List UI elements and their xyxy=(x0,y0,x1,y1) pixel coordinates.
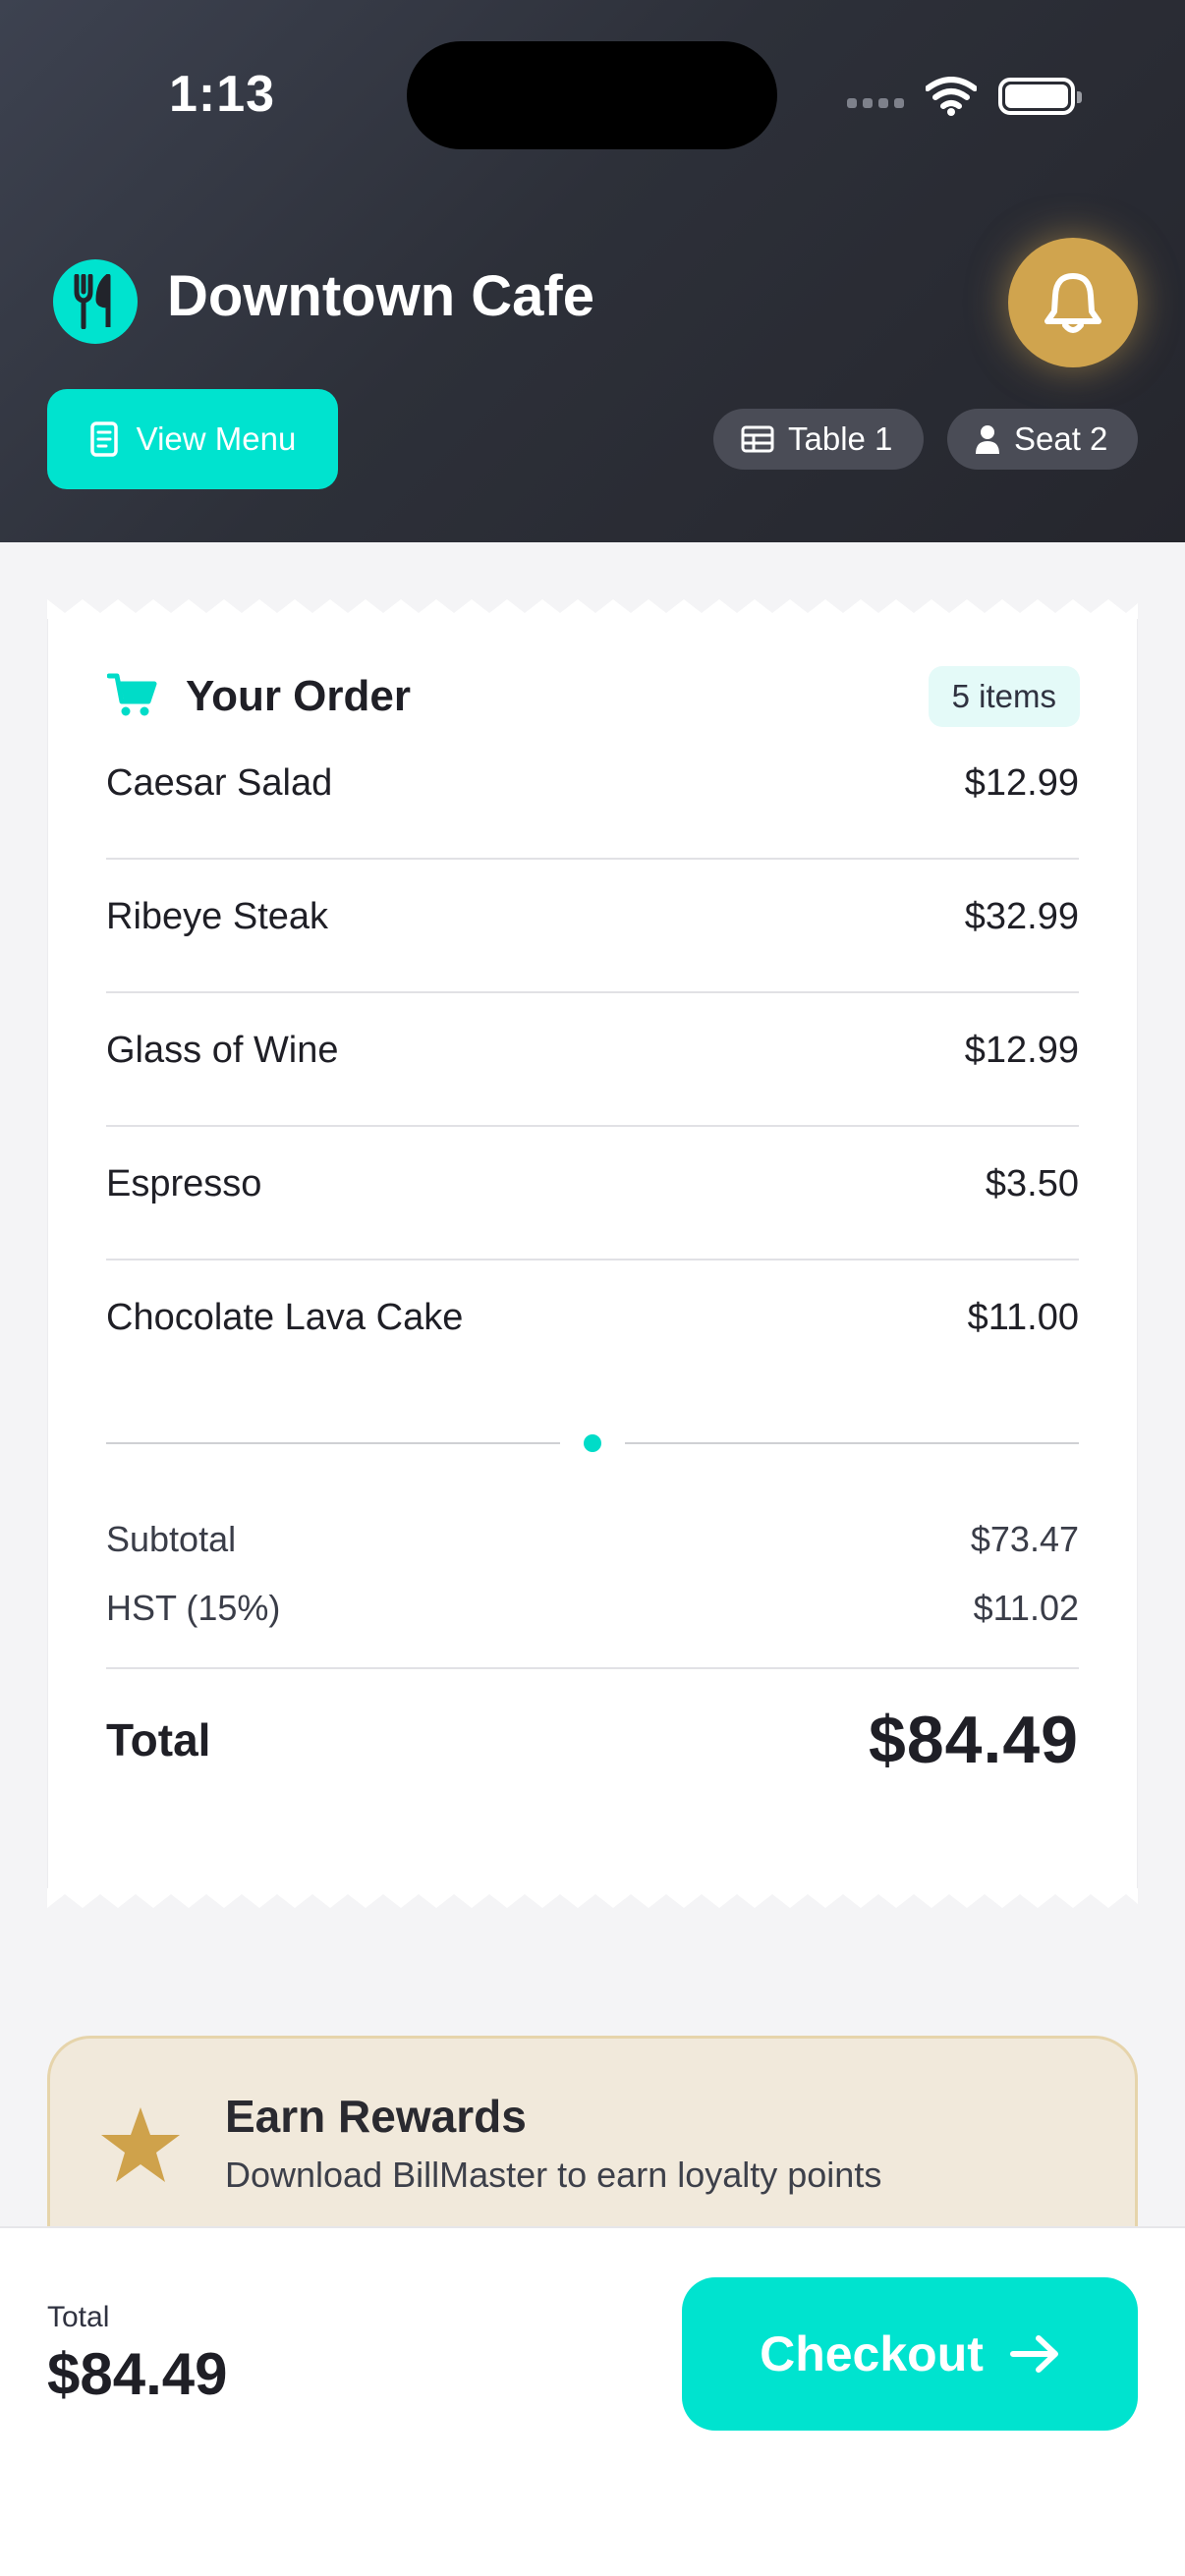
star-icon xyxy=(101,2107,180,2182)
checkout-label: Checkout xyxy=(760,2326,984,2381)
receipt-torn-edge-bottom xyxy=(47,1888,1138,1908)
header: 1:13 Downtown Cafe View Menu Table 1 Sea… xyxy=(0,0,1185,542)
item-divider xyxy=(106,1259,1079,1260)
order-item-row[interactable]: Espresso $3.50 xyxy=(106,1163,1079,1205)
order-item-row[interactable]: Glass of Wine $12.99 xyxy=(106,1030,1079,1072)
order-item-price: $32.99 xyxy=(964,896,1079,937)
subtotal-label: Subtotal xyxy=(106,1519,237,1559)
section-divider-right xyxy=(625,1442,1079,1444)
restaurant-name: Downtown Cafe xyxy=(167,264,594,328)
subtotal-value: $73.47 xyxy=(970,1519,1079,1559)
order-item-name: Caesar Salad xyxy=(106,762,333,804)
bell-icon xyxy=(1044,273,1101,333)
order-item-price: $11.00 xyxy=(967,1297,1079,1338)
item-divider xyxy=(106,991,1079,993)
order-item-name: Espresso xyxy=(106,1163,262,1204)
order-item-name: Glass of Wine xyxy=(106,1030,339,1071)
view-menu-button[interactable]: View Menu xyxy=(47,389,338,489)
total-divider xyxy=(106,1667,1079,1669)
tax-value: $11.02 xyxy=(973,1588,1079,1628)
total-value: $84.49 xyxy=(869,1703,1079,1777)
view-menu-label: View Menu xyxy=(136,420,297,457)
item-divider xyxy=(106,858,1079,860)
order-item-price: $12.99 xyxy=(964,762,1079,804)
order-item-row[interactable]: Chocolate Lava Cake $11.00 xyxy=(106,1297,1079,1339)
fork-knife-icon xyxy=(53,259,138,344)
checkout-button[interactable]: Checkout xyxy=(682,2277,1138,2431)
rewards-subtitle: Download BillMaster to earn loyalty poin… xyxy=(225,2155,882,2195)
table-label: Table 1 xyxy=(788,420,893,457)
tax-label: HST (15%) xyxy=(106,1588,281,1628)
battery-icon xyxy=(998,78,1082,115)
receipt-torn-edge-top xyxy=(47,599,1138,619)
arrow-right-icon xyxy=(1009,2335,1058,2373)
rewards-title: Earn Rewards xyxy=(225,2091,527,2142)
total-label: Total xyxy=(106,1714,211,1765)
status-icons xyxy=(847,73,1082,120)
seat-label: Seat 2 xyxy=(1014,420,1108,457)
subtotal-row: Subtotal $73.47 xyxy=(106,1519,1079,1560)
status-time: 1:13 xyxy=(169,66,276,123)
order-item-price: $3.50 xyxy=(985,1163,1079,1204)
section-divider-left xyxy=(106,1442,560,1444)
dynamic-island xyxy=(407,41,777,149)
seat-badge: Seat 2 xyxy=(947,409,1138,470)
wifi-icon xyxy=(926,77,977,116)
order-item-row[interactable]: Caesar Salad $12.99 xyxy=(106,762,1079,805)
order-title: Your Order xyxy=(186,672,412,720)
bottom-total-value: $84.49 xyxy=(47,2341,228,2407)
person-icon xyxy=(976,425,999,454)
table-badge: Table 1 xyxy=(713,409,924,470)
total-row: Total $84.49 xyxy=(106,1702,1079,1778)
order-item-name: Chocolate Lava Cake xyxy=(106,1297,464,1338)
order-receipt: Your Order 5 items xyxy=(47,619,1138,1890)
cellular-signal-icon xyxy=(847,98,904,108)
table-grid-icon xyxy=(741,425,774,453)
notification-bell-button[interactable] xyxy=(1008,238,1138,367)
shopping-cart-icon xyxy=(107,673,157,716)
item-divider xyxy=(106,1125,1079,1127)
section-divider-dot xyxy=(584,1434,601,1452)
order-item-price: $12.99 xyxy=(964,1030,1079,1071)
order-header: Your Order 5 items xyxy=(107,666,1080,729)
tax-row: HST (15%) $11.02 xyxy=(106,1588,1079,1629)
menu-book-icon xyxy=(89,421,118,457)
order-item-row[interactable]: Ribeye Steak $32.99 xyxy=(106,896,1079,938)
checkout-bar: Total $84.49 Checkout xyxy=(0,2226,1185,2576)
item-count-badge: 5 items xyxy=(928,666,1080,727)
bottom-total-label: Total xyxy=(47,2301,110,2333)
order-item-name: Ribeye Steak xyxy=(106,896,329,937)
